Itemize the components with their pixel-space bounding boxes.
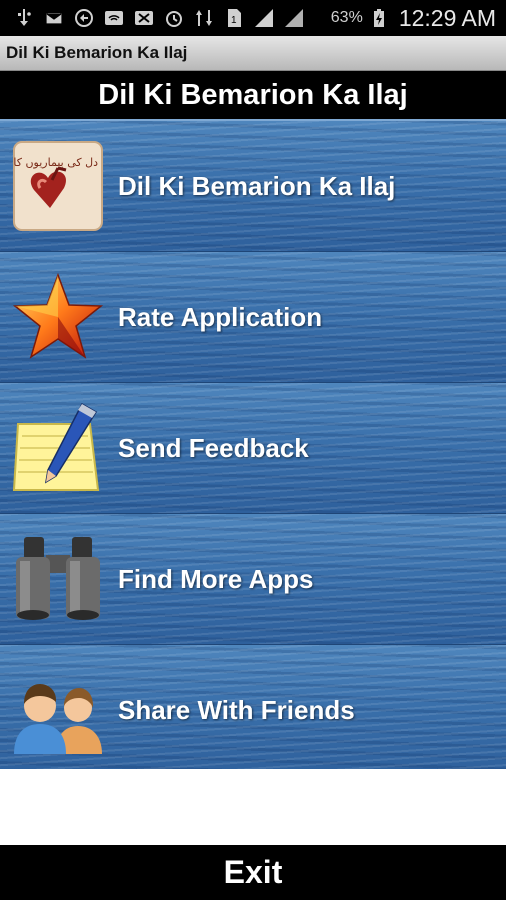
star-icon	[12, 271, 104, 363]
notepad-pencil-icon	[12, 402, 104, 494]
mail-icon	[44, 8, 64, 28]
battery-percentage: 63%	[330, 9, 363, 26]
menu-item-book[interactable]: دل کی بیماریوں کا علاج Dil Ki Bemarion K…	[0, 119, 506, 252]
book-cover-icon: دل کی بیماریوں کا علاج	[12, 140, 104, 232]
menu-item-label: Send Feedback	[118, 432, 309, 463]
menu-item-find-more-apps[interactable]: Find More Apps	[0, 514, 506, 645]
sync-icon	[74, 8, 94, 28]
svg-text:1: 1	[231, 15, 237, 26]
menu-item-rate-application[interactable]: Rate Application	[0, 252, 506, 383]
binoculars-icon	[12, 533, 104, 625]
sim-icon: 1	[224, 8, 244, 28]
main-menu: دل کی بیماریوں کا علاج Dil Ki Bemarion K…	[0, 119, 506, 776]
header-bar: Dil Ki Bemarion Ka Ilaj	[0, 71, 506, 119]
app-title: Dil Ki Bemarion Ka Ilaj	[6, 43, 188, 62]
empty-space	[0, 769, 506, 845]
data-icon	[194, 8, 214, 28]
exit-label: Exit	[223, 854, 283, 890]
menu-item-label: Dil Ki Bemarion Ka Ilaj	[118, 170, 396, 201]
signal-icon	[254, 8, 274, 28]
usb-icon	[14, 8, 34, 28]
menu-item-label: Share With Friends	[118, 694, 355, 725]
wifi-icon	[104, 8, 124, 28]
no-signal-icon	[134, 8, 154, 28]
app-title-bar: Dil Ki Bemarion Ka Ilaj	[0, 36, 506, 71]
alarm-icon	[164, 8, 184, 28]
clock-time: 12:29 AM	[398, 4, 496, 31]
menu-item-label: Find More Apps	[118, 563, 314, 594]
notification-icons: 1	[0, 8, 304, 28]
menu-item-send-feedback[interactable]: Send Feedback	[0, 383, 506, 514]
book-cover-title: دل کی بیماریوں کا علاج	[12, 156, 98, 169]
exit-button[interactable]: Exit	[0, 845, 506, 900]
menu-item-share-with-friends[interactable]: Share With Friends	[0, 645, 506, 776]
battery-charging-icon	[369, 8, 389, 28]
signal-icon-2	[284, 8, 304, 28]
people-icon	[12, 664, 104, 756]
status-bar: 1 63% 12:29 AM	[0, 0, 506, 36]
menu-item-label: Rate Application	[118, 301, 323, 332]
page-title: Dil Ki Bemarion Ka Ilaj	[98, 78, 408, 111]
